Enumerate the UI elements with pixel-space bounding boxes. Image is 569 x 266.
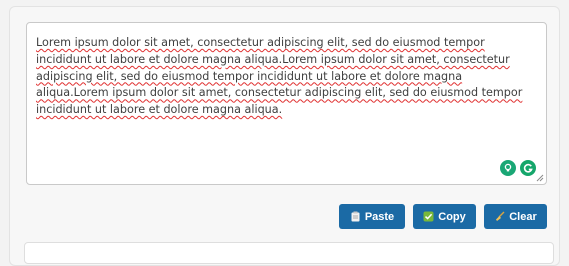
paste-button[interactable]: Paste <box>339 204 405 229</box>
resize-handle-icon[interactable] <box>535 173 544 182</box>
text-input-content: Lorem ipsum dolor sit amet, consectetur … <box>36 36 523 117</box>
editor-card: Lorem ipsum dolor sit amet, consectetur … <box>9 6 560 266</box>
next-panel <box>24 242 554 264</box>
clear-button[interactable]: Clear <box>484 204 547 229</box>
broom-icon <box>496 211 505 221</box>
bulb-extension-icon[interactable] <box>500 160 516 176</box>
copy-button-label: Copy <box>438 210 466 223</box>
grammarly-icon[interactable] <box>520 160 536 176</box>
check-box-icon <box>423 211 434 222</box>
clear-button-label: Clear <box>509 210 537 223</box>
clipboard-icon <box>351 211 360 222</box>
text-input[interactable]: Lorem ipsum dolor sit amet, consectetur … <box>26 22 547 185</box>
extension-widgets <box>500 160 536 176</box>
paste-button-label: Paste <box>364 210 395 223</box>
copy-button[interactable]: Copy <box>413 204 476 229</box>
